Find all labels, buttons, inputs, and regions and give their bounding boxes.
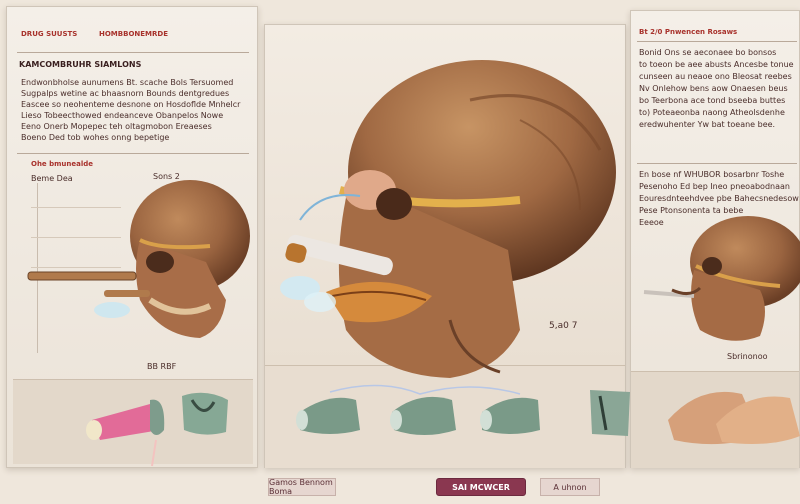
left-divider [17, 153, 249, 154]
left-guide [37, 183, 38, 353]
right-divider [637, 41, 797, 42]
left-paragraph-line: Endwonbholse aunumens Bt. scache Bols Te… [21, 78, 234, 87]
footer-tab-left[interactable]: Gamos Bennom Boma [268, 478, 336, 496]
left-paragraph-line: Sugpalps wetine ac bhaasnorn Bounds dent… [21, 89, 230, 98]
center-illustration-panel: 5,a0 7 [264, 24, 626, 468]
right-paragraph-line: cunseen au neaoe ono Bleosat reebes [639, 72, 792, 81]
right-paragraph-line: eredwuhenter Yw bat toeane bee. [639, 120, 776, 129]
right-paragraph-line: bo Teerbona ace tond bseeba buttes [639, 96, 786, 105]
left-caption: BB RBF [147, 362, 177, 371]
left-guide-row [31, 267, 121, 268]
left-sub-label-right: Sons 2 [153, 172, 180, 181]
right-heading: Bt 2/0 Pnwencen Rosaws [639, 28, 738, 36]
right-paragraph-line: to toeon be aee abusts Ancesbe tonue [639, 60, 794, 69]
left-paragraph-line: Lieso Tobeecthowed endeanceve Obanpelos … [21, 111, 224, 120]
right-paragraph-line: En bose nf WHUBOR bosarbnr Toshe [639, 170, 785, 179]
right-paragraph-line: to) Poteaeonba naong Atheolsdenhe [639, 108, 785, 117]
right-paragraph-line: Bonid Ons se aeconaee bo bonsos [639, 48, 777, 57]
right-paragraph-line: Nv Onlehow bens aow Onaesen beus [639, 84, 788, 93]
footer-tab-right[interactable]: A uhnon [540, 478, 600, 496]
center-tray [265, 365, 625, 468]
left-heading: KAMCOMBRUHR SIAMLONS [19, 60, 142, 69]
center-annotation: 5,a0 7 [549, 321, 578, 331]
left-tab-b[interactable]: HOMBBONEMRDE [99, 29, 209, 40]
left-divider [17, 52, 249, 53]
right-paragraph-line: Eeeoe [639, 218, 664, 227]
left-paragraph-line: Boeno Ded tob wohes onng bepetige [21, 133, 170, 142]
left-info-panel: DRUG SUUSTS HOMBBONEMRDE KAMCOMBRUHR SIA… [6, 6, 258, 468]
right-caption: Sbrinonoo [727, 352, 768, 361]
left-paragraph-line: Eascee so neohenteme desnone on Hosdofld… [21, 100, 241, 109]
right-paragraph-line: Eouresdnteehdvee pbe Bahecsnedesow [639, 194, 799, 203]
right-paragraph-line: Pesenoho Ed bep Ineo pneoabodnaan [639, 182, 790, 191]
right-info-panel: Bt 2/0 Pnwencen Rosaws Bonid Ons se aeco… [630, 10, 800, 468]
left-sub-heading: Ohe bmunealde [31, 160, 94, 168]
left-tab-a[interactable]: DRUG SUUSTS [21, 29, 111, 40]
left-sub-label: Beme Dea [31, 174, 73, 183]
left-tray [13, 379, 253, 464]
right-tray [631, 371, 799, 468]
right-paragraph-line: Pese Ptonsonenta ta bebe [639, 206, 744, 215]
left-paragraph-line: Eeno Onerb Mopepec teh oltagmobon Ereaes… [21, 122, 212, 131]
right-divider [637, 163, 797, 164]
footer-primary-button[interactable]: SAI MCWCER [436, 478, 526, 496]
left-guide-row [31, 207, 121, 208]
left-guide-row [31, 237, 121, 238]
